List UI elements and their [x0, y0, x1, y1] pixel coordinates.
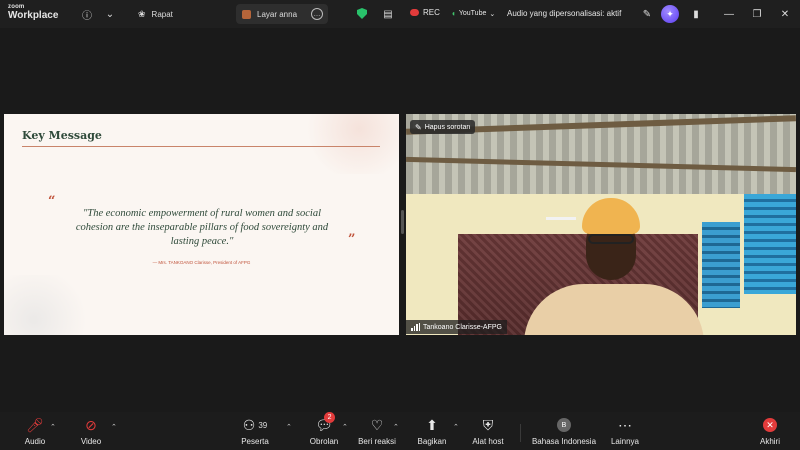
- chat-label: Obrolan: [309, 437, 339, 446]
- shield-icon: ⛨: [482, 416, 494, 433]
- host-tools-button[interactable]: ⛨ Alat host: [453, 415, 523, 447]
- chat-unread-badge: 2: [324, 412, 336, 423]
- participant-name: Tankoano Clarisse-AFPG: [423, 323, 502, 331]
- signal-strength-icon: [411, 323, 420, 331]
- end-meeting-button[interactable]: ✕ Akhiri: [735, 415, 800, 446]
- tab-more-icon[interactable]: …: [311, 8, 323, 20]
- security-shield-icon[interactable]: [357, 8, 367, 19]
- slide-divider: [22, 146, 380, 147]
- logo-workplace-text: Workplace: [8, 10, 59, 21]
- title-bar: zoom Workplace ⓘ ⌄ ❀ Rapat Layar anna … …: [0, 0, 800, 28]
- youtube-label: YouTube: [458, 10, 487, 17]
- slide-title: Key Message: [22, 129, 102, 142]
- participant-head: [580, 198, 644, 298]
- ai-companion-button[interactable]: ✦: [661, 5, 679, 23]
- heart-icon: ♡: [370, 416, 384, 433]
- host-tools-label: Alat host: [472, 437, 504, 446]
- sparkle-icon: ✦: [661, 5, 679, 23]
- restore-icon[interactable]: ❐: [750, 7, 764, 21]
- audio-options-caret[interactable]: ⌃: [50, 423, 56, 431]
- more-dots-icon: ⋯: [618, 416, 632, 433]
- signal-icon: ◖: [451, 9, 456, 18]
- participants-button[interactable]: ⚇ 39 Peserta: [220, 415, 290, 447]
- remove-spotlight-button[interactable]: ✎ Hapus sorotan: [410, 120, 476, 134]
- participant-glasses: [588, 234, 634, 244]
- audio-label: Audio: [24, 437, 46, 446]
- shared-screen-slide[interactable]: Key Message “ "The economic empowerment …: [4, 114, 399, 335]
- chat-icon: 💬︎ 2: [315, 412, 336, 435]
- participant-name-tag: Tankoano Clarisse-AFPG: [406, 320, 507, 334]
- close-icon[interactable]: ✕: [778, 7, 792, 21]
- remove-spotlight-label: Hapus sorotan: [424, 123, 471, 131]
- open-quote-mark: “: [48, 194, 56, 209]
- participant-headwrap: [582, 198, 640, 234]
- chevron-down-icon: ⌄: [489, 10, 496, 18]
- participant-video-tile[interactable]: [406, 114, 796, 335]
- video-window: [744, 194, 796, 294]
- participants-icon: ⚇ 39: [242, 416, 268, 433]
- toolbar-divider: [520, 424, 521, 442]
- minimize-icon[interactable]: —: [722, 7, 736, 21]
- notes-icon[interactable]: ▤: [381, 7, 395, 21]
- share-screen-icon: ⬆︎: [426, 416, 438, 433]
- pin-icon: ✎: [415, 122, 422, 132]
- video-label: Video: [80, 437, 102, 446]
- camera-off-icon: ⊘: [85, 416, 97, 433]
- slide-attribution: — Mrs. TANKOANO Clarisse, President of A…: [152, 260, 251, 265]
- view-side-icon[interactable]: ▮: [689, 7, 703, 21]
- language-label: Bahasa Indonesia: [531, 437, 597, 446]
- annotate-pen-icon[interactable]: ✎: [640, 7, 654, 21]
- info-icon[interactable]: ⓘ: [80, 7, 94, 22]
- app-logo: zoom Workplace: [8, 4, 58, 21]
- audio-status-text: Audio yang dipersonalisasi: aktif: [507, 9, 622, 18]
- youtube-live-indicator[interactable]: ◖ YouTube ⌄: [451, 9, 495, 18]
- more-label: Lainnya: [610, 437, 640, 446]
- end-x-icon: ✕: [763, 415, 777, 435]
- participants-label: Peserta: [241, 437, 269, 446]
- tab-layar-anna[interactable]: Layar anna …: [236, 4, 328, 24]
- language-avatar-icon: B: [557, 415, 571, 435]
- video-options-caret[interactable]: ⌃: [111, 423, 117, 431]
- ceiling-fan: [546, 217, 576, 220]
- record-cloud-icon: [410, 9, 419, 16]
- slide-quote: "The economic empowerment of rural women…: [75, 208, 329, 247]
- panel-resize-handle[interactable]: [401, 210, 404, 234]
- chevron-down-icon[interactable]: ⌄: [103, 7, 117, 21]
- recording-indicator[interactable]: REC: [410, 8, 440, 17]
- avatar-icon: [242, 9, 251, 19]
- share-label: Bagikan: [417, 437, 447, 446]
- zoom-meeting-window: zoom Workplace ⓘ ⌄ ❀ Rapat Layar anna … …: [0, 0, 800, 450]
- reactions-label: Beri reaksi: [358, 437, 396, 446]
- more-button[interactable]: ⋯ Lainnya: [590, 415, 660, 447]
- video-window: [702, 222, 740, 308]
- close-quote-mark: ”: [348, 232, 356, 247]
- end-label: Akhiri: [759, 437, 780, 446]
- participants-count: 39: [258, 420, 268, 430]
- rec-label: REC: [423, 8, 440, 17]
- meeting-toolbar: 🎤︎ Audio ⌃ ⊘ Video ⌃ ⚇ 39 Peserta ⌃ 💬︎ 2 O…: [0, 412, 800, 450]
- tab-layar-anna-label: Layar anna: [257, 9, 298, 19]
- mic-muted-icon: 🎤︎: [26, 416, 44, 433]
- people-icon: ❀: [138, 8, 146, 19]
- tab-rapat-label: Rapat: [151, 9, 173, 19]
- tab-rapat[interactable]: ❀ Rapat: [132, 4, 179, 24]
